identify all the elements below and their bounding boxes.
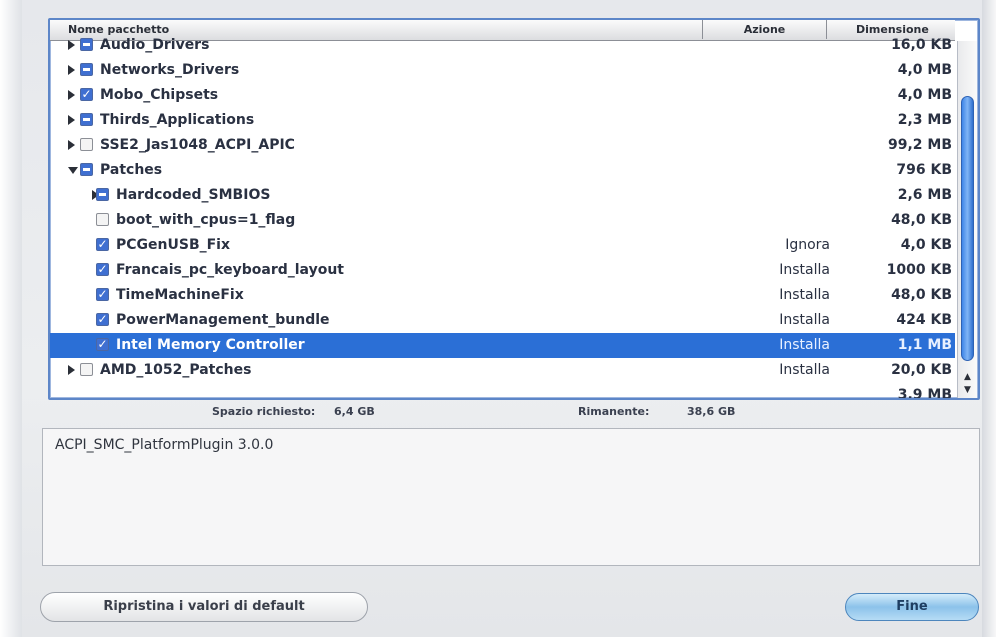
package-name: boot_with_cpus=1_flag: [116, 212, 296, 228]
package-checkbox[interactable]: ✓: [96, 288, 109, 301]
package-row[interactable]: 3,9 MB: [50, 383, 955, 400]
scroll-down-arrow-icon[interactable]: ▼: [961, 384, 974, 396]
package-row[interactable]: boot_with_cpus=1_flag 48,0 KB: [50, 208, 955, 233]
package-size: 4,0 MB: [897, 87, 952, 103]
package-name: Hardcoded_SMBIOS: [116, 187, 271, 203]
package-row[interactable]: Networks_Drivers 4,0 MB: [50, 58, 955, 83]
package-name: AMD_1052_Patches: [100, 362, 252, 378]
disclosure-triangle-closed-icon[interactable]: [68, 140, 75, 150]
space-required-value: 6,4 GB: [334, 405, 375, 418]
package-name: PCGenUSB_Fix: [116, 237, 231, 253]
package-checkbox[interactable]: [80, 163, 93, 176]
package-row[interactable]: ✓ Intel Memory Controller Installa 1,1 MB: [50, 333, 955, 358]
package-size: 20,0 KB: [891, 362, 952, 378]
package-checkbox[interactable]: ✓: [96, 238, 109, 251]
package-size: 48,0 KB: [891, 287, 952, 303]
package-row[interactable]: Thirds_Applications 2,3 MB: [50, 108, 955, 133]
package-checkbox[interactable]: [80, 113, 93, 126]
package-checkbox[interactable]: ✓: [80, 88, 93, 101]
package-size: 2,3 MB: [897, 112, 952, 128]
package-size: 796 KB: [896, 162, 952, 178]
disclosure-triangle-closed-icon[interactable]: [68, 40, 75, 50]
package-checkbox[interactable]: [80, 38, 93, 51]
screen-edge-right: [982, 0, 996, 637]
package-size: 1,1 MB: [897, 337, 952, 353]
package-row[interactable]: ✓ TimeMachineFix Installa 48,0 KB: [50, 283, 955, 308]
scroll-up-arrow-icon[interactable]: ▲: [961, 371, 974, 383]
package-row[interactable]: ✓ Mobo_Chipsets 4,0 MB: [50, 83, 955, 108]
package-row[interactable]: Audio_Drivers 16,0 KB: [50, 33, 955, 58]
package-name: Francais_pc_keyboard_layout: [116, 262, 344, 278]
package-row[interactable]: Hardcoded_SMBIOS 2,6 MB: [50, 183, 955, 208]
package-list[interactable]: Nome pacchetto Azione Dimensione Audio_D…: [48, 18, 980, 400]
package-checkbox[interactable]: [80, 363, 93, 376]
description-text: ACPI_SMC_PlatformPlugin 3.0.0: [55, 437, 274, 453]
package-name: Intel Memory Controller: [116, 337, 305, 353]
package-checkbox[interactable]: ✓: [96, 263, 109, 276]
package-size: 2,6 MB: [897, 187, 952, 203]
scrollbar-thumb[interactable]: [961, 96, 974, 361]
package-name: TimeMachineFix: [116, 287, 244, 303]
package-checkbox[interactable]: [96, 213, 109, 226]
package-row[interactable]: SSE2_Jas1048_ACPI_APIC 99,2 MB: [50, 133, 955, 158]
package-row[interactable]: ✓ PowerManagement_bundle Installa 424 KB: [50, 308, 955, 333]
package-size: 48,0 KB: [891, 212, 952, 228]
disclosure-triangle-open-icon[interactable]: [68, 167, 78, 174]
package-action[interactable]: Installa: [750, 362, 830, 378]
disclosure-triangle-closed-icon[interactable]: [68, 115, 75, 125]
package-size: 4,0 MB: [897, 62, 952, 78]
list-scrollbar[interactable]: ▲ ▼: [957, 41, 977, 398]
package-name: Audio_Drivers: [100, 37, 210, 53]
installer-window: Dialogo installazione Nome pacchetto Azi…: [0, 0, 996, 637]
package-name: Thirds_Applications: [100, 112, 255, 128]
package-action[interactable]: Installa: [750, 337, 830, 353]
package-size: 424 KB: [896, 312, 952, 328]
space-remaining-label: Rimanente:: [578, 405, 650, 418]
package-size: 4,0 KB: [900, 237, 952, 253]
package-rows: Audio_Drivers 16,0 KB Networks_Drivers 4,0 …: [50, 37, 955, 400]
disclosure-triangle-closed-icon[interactable]: [68, 365, 75, 375]
package-action[interactable]: Ignora: [750, 237, 830, 253]
package-size: 99,2 MB: [887, 137, 952, 153]
description-box: ACPI_SMC_PlatformPlugin 3.0.0: [42, 428, 980, 566]
package-name: Patches: [100, 162, 163, 178]
package-action[interactable]: Installa: [750, 262, 830, 278]
space-required-label: Spazio richiesto:: [212, 405, 316, 418]
package-checkbox[interactable]: ✓: [96, 338, 109, 351]
package-checkbox[interactable]: [80, 63, 93, 76]
disclosure-triangle-closed-icon[interactable]: [68, 90, 75, 100]
package-action[interactable]: Installa: [750, 312, 830, 328]
screen-edge-left: [0, 0, 22, 637]
package-checkbox[interactable]: [80, 138, 93, 151]
package-name: PowerManagement_bundle: [116, 312, 330, 328]
package-row[interactable]: AMD_1052_Patches Installa 20,0 KB: [50, 358, 955, 383]
package-name: Networks_Drivers: [100, 62, 240, 78]
package-row[interactable]: ✓ Francais_pc_keyboard_layout Installa 1000…: [50, 258, 955, 283]
space-remaining-value: 38,6 GB: [687, 405, 736, 418]
package-row[interactable]: Patches 796 KB: [50, 158, 955, 183]
reset-defaults-button[interactable]: Ripristina i valori di default: [40, 592, 368, 622]
package-name: SSE2_Jas1048_ACPI_APIC: [100, 137, 295, 153]
package-checkbox[interactable]: [96, 188, 109, 201]
package-action[interactable]: Installa: [750, 287, 830, 303]
package-name: Mobo_Chipsets: [100, 87, 219, 103]
package-size: 16,0 KB: [891, 37, 952, 53]
done-button[interactable]: Fine: [845, 593, 979, 621]
package-size: 3,9 MB: [897, 387, 952, 400]
package-checkbox[interactable]: ✓: [96, 313, 109, 326]
disclosure-triangle-closed-icon[interactable]: [68, 65, 75, 75]
package-row[interactable]: ✓ PCGenUSB_Fix Ignora 4,0 KB: [50, 233, 955, 258]
package-size: 1000 KB: [886, 262, 952, 278]
